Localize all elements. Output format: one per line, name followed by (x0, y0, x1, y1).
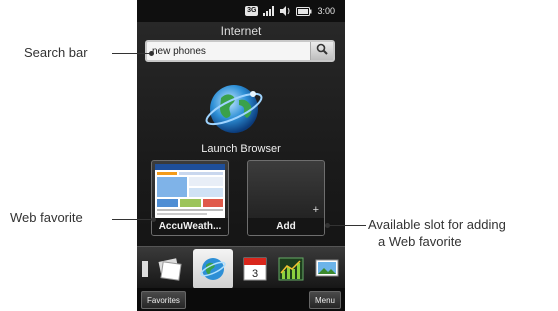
search-input[interactable] (147, 42, 310, 60)
volume-icon (280, 6, 291, 16)
app-dock: 3 (137, 246, 345, 289)
clock-time: 3:00 (317, 6, 335, 16)
phone-screen: 3G 3:00 Internet new phones Launch Brows… (137, 0, 345, 311)
callout-web-favorite: Web favorite (10, 210, 83, 225)
svg-text:3: 3 (252, 268, 258, 280)
add-favorite-caption: Add (248, 218, 324, 235)
favorites-softkey[interactable]: Favorites (141, 291, 186, 309)
callout-search-bar: Search bar (24, 45, 88, 60)
web-favorite-thumbnail (155, 164, 225, 218)
callout-web-favorite-leader (112, 219, 152, 220)
callout-available-slot-leader (328, 225, 366, 226)
photos-icon[interactable] (155, 255, 183, 283)
plus-icon: + (312, 204, 319, 216)
stocks-icon[interactable] (277, 255, 305, 283)
page-title: Internet (220, 24, 262, 38)
search-bar[interactable] (145, 40, 335, 62)
callout-available-slot-line2: a Web favorite (378, 234, 462, 249)
menu-softkey[interactable]: Menu (308, 291, 341, 309)
callout-available-slot-line1: Available slot for adding (368, 217, 506, 232)
battery-icon (296, 6, 312, 16)
album-icon[interactable] (313, 255, 341, 283)
web-favorite-caption: AccuWeath... (152, 218, 228, 235)
signal-strength-icon (263, 6, 275, 16)
search-icon (316, 42, 328, 60)
callout-search-bar-dot (149, 51, 154, 56)
launch-browser-globe-icon[interactable] (203, 76, 265, 138)
add-favorite-slot[interactable]: + Add (247, 160, 325, 236)
launch-browser-label[interactable]: Launch Browser (137, 143, 345, 155)
callout-search-bar-leader (112, 53, 150, 54)
network-3g-icon: 3G (245, 6, 259, 16)
web-favorite-tile[interactable]: AccuWeath... (151, 160, 229, 236)
search-button[interactable] (310, 42, 333, 60)
calendar-icon[interactable]: 3 (241, 255, 269, 283)
callout-web-favorite-dot (151, 217, 156, 222)
internet-icon[interactable] (199, 255, 227, 283)
dock-scroll-left-handle[interactable] (139, 255, 151, 283)
status-bar: 3G 3:00 (137, 0, 345, 22)
softkey-bar: Favorites Menu (137, 288, 345, 311)
